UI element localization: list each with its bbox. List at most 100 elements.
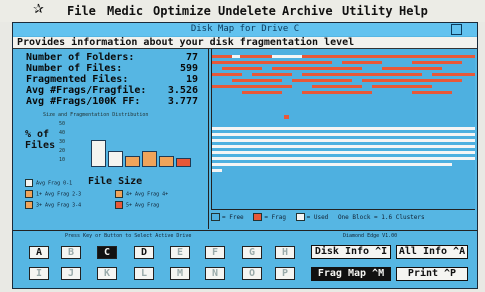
frag-block	[412, 91, 452, 94]
frag-map-button[interactable]: Frag Map ^M	[311, 267, 391, 281]
frag-block	[362, 79, 462, 82]
used-block	[272, 55, 302, 58]
menu-medic[interactable]: Medic	[107, 4, 143, 18]
drive-h-button[interactable]: H	[275, 246, 295, 259]
histogram-bar	[108, 151, 123, 167]
histogram-bar	[91, 140, 106, 167]
frag-block	[412, 61, 462, 64]
legend-item: 4+ Avg Frag 4+	[115, 190, 168, 199]
stat-label: Number of Files:	[26, 63, 123, 74]
drive-b-button[interactable]: B	[61, 246, 81, 259]
drive-d-button[interactable]: D	[134, 246, 154, 259]
legend-swatch	[25, 190, 33, 198]
frag-block	[372, 85, 432, 88]
used-block	[212, 139, 475, 142]
histogram-bar	[176, 158, 191, 167]
stat-value: 599	[179, 63, 198, 74]
drive-l-button[interactable]: L	[134, 267, 154, 280]
histogram-ytick: 40	[59, 130, 66, 136]
frag-block	[272, 67, 362, 70]
frag-block	[212, 85, 292, 88]
legend-label: 5+ Avg Frag	[126, 202, 160, 209]
drive-c-button[interactable]: C	[97, 246, 117, 259]
drive-p-button[interactable]: P	[275, 267, 295, 280]
info-line: Provides information about your disk fra…	[13, 37, 477, 49]
drive-j-button[interactable]: J	[61, 267, 81, 280]
stat-label: Fragmented Files:	[26, 74, 129, 85]
used-block	[212, 169, 222, 172]
frag-block	[432, 73, 475, 76]
drive-g-button[interactable]: G	[242, 246, 262, 259]
drive-f-button[interactable]: F	[205, 246, 225, 259]
used-block	[212, 133, 475, 136]
frag-block	[212, 55, 475, 58]
stat-value: 19	[185, 74, 198, 85]
drive-button-panel: Press Key or Button to Select Active Dri…	[13, 230, 477, 288]
free-label: = Free	[222, 213, 244, 221]
used-label: = Used	[306, 213, 329, 221]
used-block	[212, 145, 475, 148]
used-block	[212, 127, 475, 130]
frag-block	[342, 61, 382, 64]
atari-logo-icon[interactable]: ✰	[33, 2, 44, 17]
all-info-button[interactable]: All Info ^A	[396, 245, 468, 259]
info-text: Provides information about your disk fra…	[17, 37, 355, 48]
drive-o-button[interactable]: O	[242, 267, 262, 280]
drive-e-button[interactable]: E	[170, 246, 190, 259]
histogram-bar	[125, 156, 140, 167]
stat-label: Avg #Frags/100K FF:	[26, 96, 141, 107]
histogram-bar	[142, 151, 157, 167]
stat-value: 3.526	[167, 85, 198, 96]
frag-label: = Frag	[264, 213, 286, 221]
frag-block	[212, 73, 242, 76]
stat-label: Avg #Frags/Fragfile:	[26, 85, 147, 96]
drive-m-button[interactable]: M	[170, 267, 190, 280]
menu-undelete[interactable]: Undelete	[218, 4, 276, 18]
used-block	[212, 151, 475, 154]
frag-block	[284, 115, 289, 119]
stat-value: 77	[185, 52, 198, 63]
histogram-ytick: 20	[59, 148, 66, 154]
used-block	[212, 163, 452, 166]
histogram-ytick: 50	[59, 121, 66, 127]
frag-block	[382, 67, 442, 70]
drive-a-button[interactable]: A	[29, 246, 49, 259]
window-title: Disk Map for Drive C	[190, 24, 300, 34]
legend-label: 4+ Avg Frag 4+	[126, 191, 169, 198]
menu-archive[interactable]: Archive	[282, 4, 333, 18]
window-titlebar[interactable]: Disk Map for Drive C	[13, 23, 477, 36]
print-button[interactable]: Print ^P	[396, 267, 468, 281]
close-box-icon[interactable]	[451, 24, 462, 35]
stat-avg-frags-100k: Avg #Frags/100K FF: 3.777	[26, 96, 206, 107]
drive-n-button[interactable]: N	[205, 267, 225, 280]
used-block	[232, 55, 240, 58]
frag-block	[302, 91, 372, 94]
histogram	[71, 123, 197, 167]
stat-avg-frags: Avg #Frags/Fragfile: 3.526	[26, 85, 206, 96]
stat-folders: Number of Folders: 77	[26, 52, 206, 63]
stat-files: Number of Files: 599	[26, 63, 206, 74]
stat-label: Number of Folders:	[26, 52, 135, 63]
frag-block	[292, 79, 352, 82]
frag-block	[222, 67, 262, 70]
menu-file[interactable]: File	[67, 4, 96, 18]
used-swatch	[295, 213, 305, 221]
version-label: Diamond Edge V1.00	[343, 233, 398, 239]
menu-help[interactable]: Help	[399, 4, 428, 18]
frag-swatch	[253, 213, 263, 221]
legend-item: 3+ Avg Frag 3-4	[25, 201, 81, 210]
frag-block	[302, 73, 422, 76]
map-legend: = Free = Frag = Used One Block = 1.6 Clu…	[211, 213, 475, 225]
legend-label: 1+ Avg Frag 2-3	[36, 191, 82, 198]
frag-block	[252, 73, 292, 76]
histogram-ytick: 10	[59, 157, 66, 163]
histogram-ylabel: % of Files	[25, 129, 56, 151]
legend-swatch	[25, 201, 33, 209]
menu-optimize[interactable]: Optimize	[153, 4, 211, 18]
used-block	[212, 157, 475, 160]
drive-k-button[interactable]: K	[97, 267, 117, 280]
menu-utility[interactable]: Utility	[342, 4, 393, 18]
disk-info-button[interactable]: Disk Info ^I	[311, 245, 391, 259]
legend-swatch	[25, 179, 33, 187]
drive-i-button[interactable]: I	[29, 267, 49, 280]
